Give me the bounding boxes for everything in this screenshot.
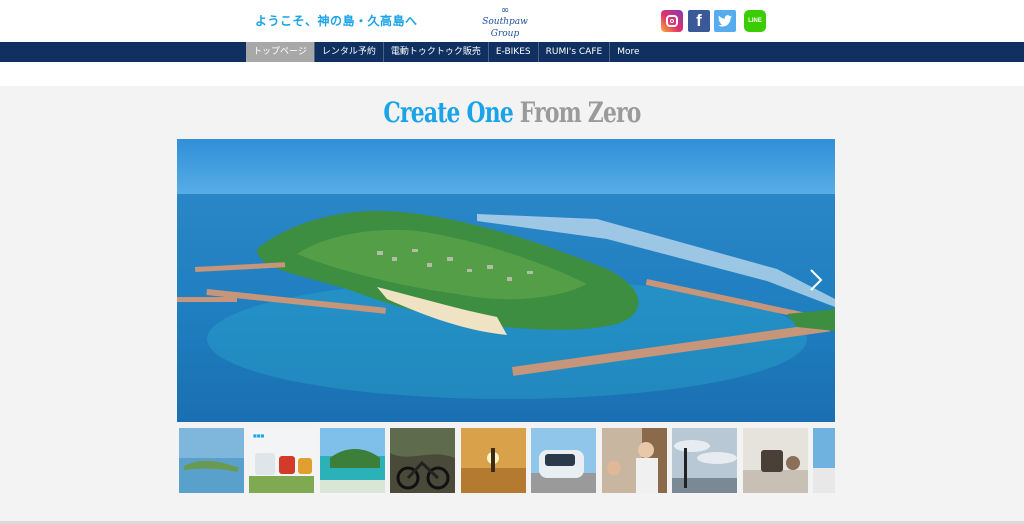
thumbnail-tuktuk[interactable]: ■■■ xyxy=(249,428,314,493)
facebook-icon[interactable]: f xyxy=(688,10,710,32)
main-nav: トップページ レンタル予約 電動トゥクトゥク販売 E-BIKES RUMI's … xyxy=(0,42,1024,62)
logo-mark-icon: ∞ xyxy=(500,5,510,16)
nav-item-ebikes[interactable]: E-BIKES xyxy=(489,42,539,62)
thumbnail-beach[interactable] xyxy=(320,428,385,493)
instagram-icon[interactable] xyxy=(661,10,683,32)
thumbnail-car[interactable] xyxy=(531,428,596,493)
thumbnail-clouds[interactable] xyxy=(672,428,737,493)
gallery-thumbnails: ■■■ xyxy=(179,428,835,493)
nav-item-rental[interactable]: レンタル予約 xyxy=(315,42,384,62)
hero-island-image xyxy=(177,139,835,422)
headline-part1: Create One xyxy=(383,96,513,129)
logo-text: Southpaw Group xyxy=(482,17,528,39)
thumbnail-island[interactable] xyxy=(179,428,244,493)
nav-item-tuktuk[interactable]: 電動トゥクトゥク販売 xyxy=(384,42,489,62)
thumbnail-people[interactable] xyxy=(602,428,667,493)
page-headline: Create One From Zero xyxy=(113,96,912,129)
twitter-icon[interactable] xyxy=(714,10,736,32)
line-icon-label: LINE xyxy=(748,18,762,24)
site-logo[interactable]: ∞ Southpaw Group xyxy=(474,5,536,40)
welcome-text: ようこそ、神の島・久高島へ xyxy=(255,14,418,28)
hero-slideshow[interactable] xyxy=(177,139,835,422)
thumbnail-sunset-sup[interactable] xyxy=(461,428,526,493)
thumbnail-cafe[interactable] xyxy=(743,428,808,493)
nav-item-top[interactable]: トップページ xyxy=(246,42,315,62)
thumbnail-ebike[interactable] xyxy=(390,428,455,493)
nav-item-cafe[interactable]: RUMI's CAFE xyxy=(539,42,611,62)
nav-items: トップページ レンタル予約 電動トゥクトゥク販売 E-BIKES RUMI's … xyxy=(246,42,647,62)
nav-item-more[interactable]: More xyxy=(610,42,646,62)
thumbnail-partial[interactable] xyxy=(813,428,835,493)
line-icon[interactable]: LINE xyxy=(744,10,766,32)
headline-part2: From Zero xyxy=(519,96,642,129)
site-header: ようこそ、神の島・久高島へ ∞ Southpaw Group f LINE xyxy=(0,0,1024,42)
chevron-right-icon[interactable] xyxy=(808,268,824,292)
svg-text:■■■: ■■■ xyxy=(253,433,265,438)
